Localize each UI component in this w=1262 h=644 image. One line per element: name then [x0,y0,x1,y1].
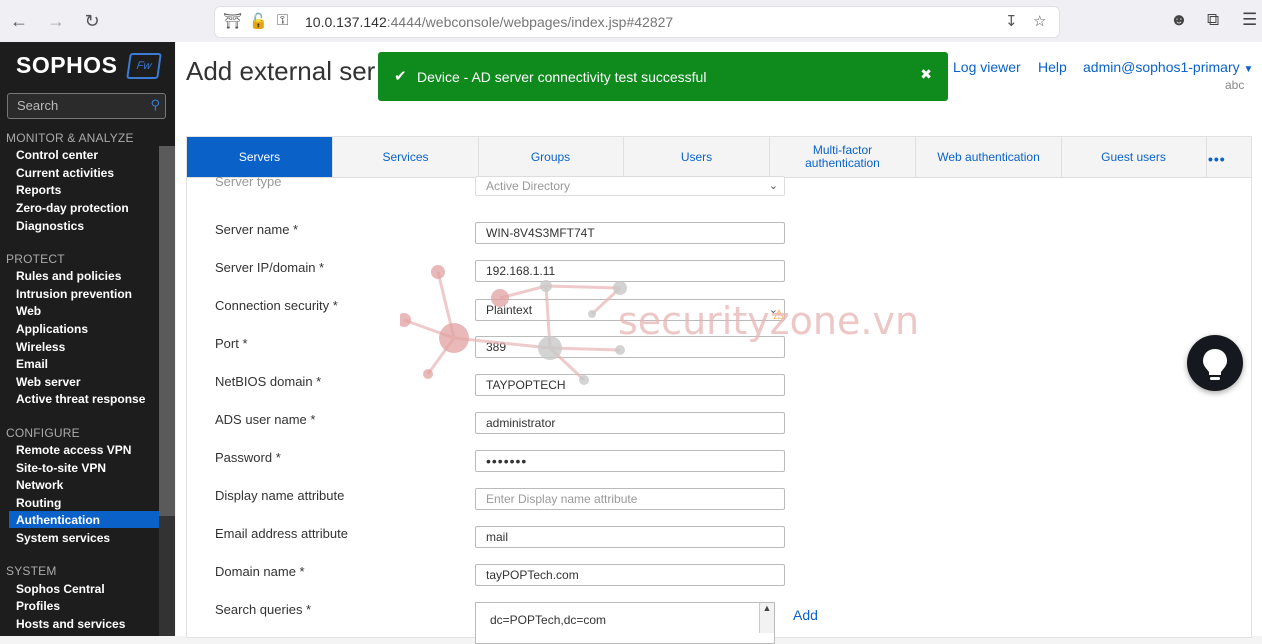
domain-name-input[interactable]: tayPOPTech.com [475,564,785,586]
user-menu[interactable]: admin@sophos1-primary ▼ [1083,59,1253,75]
ads-user-input[interactable]: administrator [475,412,785,434]
tab-groups[interactable]: Groups [478,137,624,177]
sidebar-search-input[interactable]: Search ⚲ [7,93,166,119]
sidebar-item-diagnostics[interactable]: Diagnostics [16,219,84,233]
bookmark-star-icon[interactable]: ☆ [1033,12,1046,30]
tab-servers[interactable]: Servers [187,137,333,177]
sidebar-scroll-thumb[interactable] [159,146,175,516]
section-system: SYSTEM [6,564,57,578]
domain-name-label: Domain name * [215,564,305,579]
email-attr-label: Email address attribute [215,526,348,541]
extensions-icon[interactable]: ⧉ [1207,10,1219,30]
caret-down-icon: ▼ [1243,64,1254,75]
ads-user-label: ADS user name * [215,412,316,427]
server-ip-input[interactable]: 192.168.1.11 [475,260,785,282]
port-input[interactable]: 389 [475,336,785,358]
close-icon[interactable]: ✖ [920,66,932,83]
account-icon[interactable]: ☻ [1170,10,1188,30]
lock-warning-icon[interactable]: 🔓 [249,12,268,30]
tab-guest-users[interactable]: Guest users [1061,137,1207,177]
server-type-label: Server type [215,174,282,189]
menu-icon[interactable]: ☰ [1242,10,1257,30]
tab-users[interactable]: Users [624,137,770,177]
sidebar-item-ips[interactable]: Intrusion prevention [16,287,132,301]
server-name-input[interactable]: WIN-8V4S3MFT74T [475,222,785,244]
help-link[interactable]: Help [1038,59,1067,75]
url-text[interactable]: 10.0.137.142:4444/webconsole/webpages/in… [305,14,673,30]
sidebar-item-hosts[interactable]: Hosts and services [16,617,125,631]
shield-icon[interactable]: ⛩ [223,12,242,30]
sidebar-item-remote-vpn[interactable]: Remote access VPN [16,443,131,457]
lightbulb-icon [1203,349,1227,380]
reload-icon[interactable]: ↻ [81,10,103,32]
success-toast: ✔ Device - AD server connectivity test s… [378,52,948,101]
key-icon[interactable]: ⚿ [277,12,288,29]
sidebar-item-atr[interactable]: Active threat response [16,392,145,406]
display-name-input[interactable]: Enter Display name attribute [475,488,785,510]
connection-security-select[interactable]: Plaintext ⌄ [475,299,785,321]
sidebar-item-routing[interactable]: Routing [16,496,61,510]
lightbulb-help-button[interactable] [1187,335,1243,391]
password-label: Password * [215,450,281,465]
sidebar-item-profiles[interactable]: Profiles [16,599,60,613]
section-protect: PROTECT [6,252,65,266]
port-label: Port * [215,336,248,351]
url-bar[interactable]: ⛩ 🔓 ⚿ 10.0.137.142:4444/webconsole/webpa… [214,6,1060,38]
download-page-icon[interactable]: ↧ [1005,12,1018,30]
sidebar-item-sophos-central[interactable]: Sophos Central [16,582,105,596]
tab-web-auth[interactable]: Web authentication [916,137,1062,177]
sidebar-item-wireless[interactable]: Wireless [16,340,65,354]
add-query-button[interactable]: Add [793,607,818,623]
sidebar-item-authentication[interactable]: Authentication [16,513,100,527]
more-tabs-icon[interactable]: ••• [1208,151,1226,167]
section-monitor: MONITOR & ANALYZE [6,131,134,145]
forward-icon[interactable]: → [45,10,67,32]
sidebar-item-site-vpn[interactable]: Site-to-site VPN [16,461,106,475]
back-icon[interactable]: ← [8,10,30,32]
chevron-down-icon: ⌄ [768,180,778,192]
main-content: Add external ser Log viewer Help admin@s… [176,42,1262,644]
sidebar-item-email[interactable]: Email [16,357,48,371]
netbios-input[interactable]: TAYPOPTECH [475,374,785,396]
browser-toolbar: ← → ↻ ⛩ 🔓 ⚿ 10.0.137.142:4444/webconsole… [0,0,1262,43]
server-ip-label: Server IP/domain * [215,260,325,275]
scroll-up-icon[interactable]: ▲ [759,603,774,633]
sidebar-item-web-server[interactable]: Web server [16,375,80,389]
sidebar-item-control-center[interactable]: Control center [16,148,98,162]
tab-mfa[interactable]: Multi-factor authentication [770,137,916,177]
server-type-select: Active Directory ⌄ [475,176,785,196]
display-name-label: Display name attribute [215,488,345,503]
sidebar-item-zero-day[interactable]: Zero-day protection [16,201,129,215]
password-input[interactable]: ••••••• [475,450,785,472]
tab-services[interactable]: Services [333,137,479,177]
user-subtitle: abc [1225,78,1245,92]
checkmark-icon: ✔ [394,68,407,85]
log-viewer-link[interactable]: Log viewer [953,59,1021,75]
sidebar-item-current-activities[interactable]: Current activities [16,166,114,180]
page-title: Add external ser [186,56,376,86]
firewall-badge: Fw [126,53,162,79]
netbios-label: NetBIOS domain * [215,374,322,389]
sophos-logo: SOPHOS [16,52,118,78]
tab-bar: Servers Services Groups Users Multi-fact… [187,137,1251,178]
connection-security-label: Connection security * [215,298,338,313]
sidebar: SOPHOS Fw Search ⚲ MONITOR & ANALYZE Con… [0,42,175,636]
sidebar-item-reports[interactable]: Reports [16,183,61,197]
server-name-label: Server name * [215,222,299,237]
sidebar-item-applications[interactable]: Applications [16,322,88,336]
search-icon[interactable]: ⚲ [150,97,160,113]
search-queries-list[interactable]: dc=POPTech,dc=com ▲ [475,602,775,644]
sidebar-item-web[interactable]: Web [16,304,41,318]
sidebar-item-system-services[interactable]: System services [16,531,110,545]
warning-icon[interactable]: ⚠ [773,307,785,323]
sidebar-item-rules[interactable]: Rules and policies [16,269,121,283]
email-attr-input[interactable]: mail [475,526,785,548]
search-queries-label: Search queries * [215,602,312,617]
section-configure: CONFIGURE [6,426,80,440]
sidebar-item-network[interactable]: Network [16,478,63,492]
